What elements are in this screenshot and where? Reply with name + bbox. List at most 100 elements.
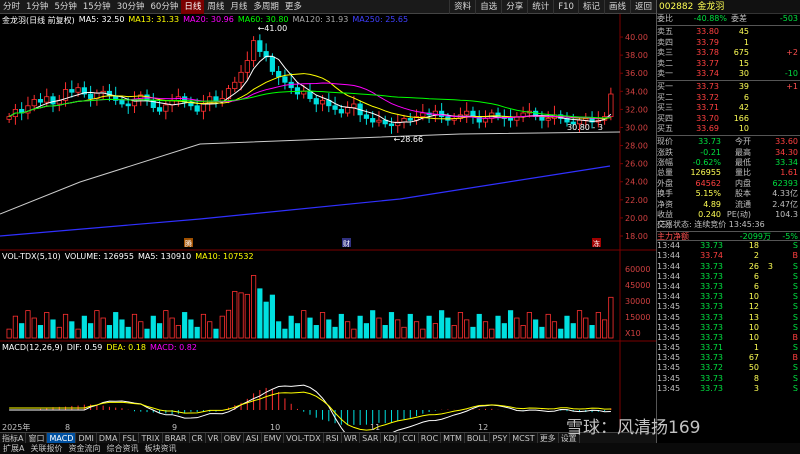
indicator-tab[interactable]: 窗口	[26, 433, 48, 443]
indicator-tab[interactable]: FSL	[120, 433, 140, 443]
quote-value2: 34.30	[775, 147, 798, 157]
tick-time: 13:44	[657, 261, 681, 271]
period-button[interactable]: 30分钟	[114, 0, 148, 14]
period-button[interactable]: 月线	[227, 0, 250, 14]
status-tab[interactable]: 综合资讯	[103, 443, 141, 454]
indicator-tab[interactable]: KDJ	[381, 433, 401, 443]
chart-area[interactable]: 40.00 38.00 36.00 34.00 32.00 30.00 28.00 26.00…	[0, 14, 656, 442]
tick-volume: 2	[753, 251, 759, 261]
indicator-tab[interactable]: VOL-TDX	[284, 433, 324, 443]
book-label: 卖三	[657, 48, 673, 58]
book-price: 33.71	[696, 103, 719, 113]
book-label: 卖四	[657, 37, 673, 47]
toolbar-button[interactable]: 分享	[501, 0, 527, 14]
tick-time: 13:45	[657, 312, 681, 322]
indicator-tab[interactable]: DMI	[76, 433, 97, 443]
quote-value2: 1.61	[780, 168, 798, 178]
tick-time: 13:44	[657, 251, 681, 261]
volume-bar	[294, 323, 301, 339]
indicator-tab[interactable]: TRIX	[139, 433, 163, 443]
kline-chart[interactable]: 40.00 38.00 36.00 34.00 32.00 30.00 28.00 26.00…	[0, 14, 656, 442]
indicator-tab[interactable]: MCST	[510, 433, 538, 443]
toolbar-button[interactable]: 画线	[603, 0, 630, 14]
volume-bar	[345, 321, 351, 339]
period-button[interactable]: 更多	[282, 0, 305, 14]
candle-body	[345, 107, 351, 114]
tick-flag: B	[792, 251, 799, 261]
indicator-tab[interactable]: ASI	[244, 433, 262, 443]
toolbar-button[interactable]: F10	[553, 0, 578, 14]
volume-bar	[276, 321, 282, 339]
tick-volume: 10	[748, 332, 759, 342]
volume-bar	[138, 321, 144, 339]
candle-body	[401, 118, 407, 123]
period-button[interactable]: 分时	[0, 0, 23, 14]
indicator-tab[interactable]: VR	[206, 433, 222, 443]
status-tab[interactable]: 板块资讯	[141, 443, 179, 454]
tick-flag: S	[792, 281, 798, 291]
quote-key2: 最低	[735, 158, 751, 168]
indicator-tab[interactable]: BOLL	[465, 433, 491, 443]
indicator-tab[interactable]: 更多	[538, 433, 559, 443]
indicator-tab[interactable]: CR	[190, 433, 206, 443]
candle-body	[608, 93, 614, 118]
candle-body	[163, 104, 169, 112]
indicator-tab[interactable]: BRAR	[163, 433, 190, 443]
tick-flag: S	[792, 373, 798, 383]
indicator-tab[interactable]: WR	[342, 433, 361, 443]
book-volume: 30	[738, 68, 749, 78]
volume-bar	[75, 328, 81, 339]
volume-bar	[376, 317, 382, 339]
main-flow-pct: -5%	[782, 231, 798, 241]
indicator-tab[interactable]: ROC	[419, 433, 442, 443]
period-button[interactable]: 日线	[181, 0, 205, 14]
indicator-tab[interactable]: MACD	[47, 433, 77, 443]
indicator-tab[interactable]: EMV	[262, 433, 285, 443]
volume-bar	[175, 325, 181, 339]
toolbar-button[interactable]: 统计	[527, 0, 553, 14]
ma5-label: MA5: 32.50	[78, 15, 125, 24]
indicator-tab[interactable]: PSY	[490, 433, 511, 443]
tick-time: 13:45	[657, 302, 681, 312]
tick-flag: S	[792, 292, 798, 302]
tick-price: 33.73	[700, 302, 723, 312]
volume-bar	[207, 321, 213, 339]
tick-row: 13:45 33.71 1 S	[657, 343, 800, 353]
status-tab[interactable]: 扩展A	[0, 443, 27, 454]
candle-body	[420, 112, 426, 118]
period-button[interactable]: 周线	[204, 0, 227, 14]
tick-price: 33.73	[700, 383, 723, 393]
quote-row: 涨跌 -0.21 最高 34.30	[657, 148, 800, 158]
tick-time: 13:44	[657, 271, 681, 281]
book-change	[749, 93, 800, 103]
indicator-tab[interactable]: OBV	[222, 433, 244, 443]
period-button[interactable]: 15分钟	[80, 0, 114, 14]
volume-bar	[482, 321, 489, 339]
tick-flag: S	[792, 383, 798, 393]
period-button[interactable]: 多周期	[250, 0, 282, 14]
indicator-tab[interactable]: 指标A	[0, 433, 27, 443]
indicator-tab[interactable]: RSI	[324, 433, 342, 443]
candle-body	[75, 87, 81, 93]
status-tab[interactable]: 资金流向	[65, 443, 103, 454]
period-button[interactable]: 60分钟	[148, 0, 182, 14]
vol-indicator-name: VOL-TDX(5,10)	[2, 252, 61, 261]
period-button[interactable]: 5分钟	[51, 0, 79, 14]
volume-bar	[6, 328, 12, 339]
indicator-tab[interactable]: SAR	[360, 433, 382, 443]
indicator-tab[interactable]: CCI	[400, 433, 419, 443]
toolbar-button[interactable]: 资料	[449, 0, 475, 14]
tick-row: 13:44 33.73 18 S	[657, 241, 800, 251]
status-tab[interactable]: 关联报价	[27, 443, 65, 454]
indicator-tab[interactable]: MTM	[441, 433, 465, 443]
book-price: 33.77	[696, 58, 719, 68]
toolbar-button[interactable]: 返回	[629, 0, 656, 14]
period-button[interactable]: 1分钟	[23, 0, 51, 14]
toolbar-right: 资料 自选 分享 统计 F10 标记 画线 返回	[449, 0, 656, 14]
indicator-tab[interactable]: DMA	[97, 433, 121, 443]
tick-time: 13:45	[657, 343, 681, 353]
toolbar-button[interactable]: 标记	[577, 0, 604, 14]
tick-price: 33.72	[700, 363, 723, 373]
toolbar-button[interactable]: 自选	[475, 0, 501, 14]
quote-value: 33.73	[698, 137, 721, 147]
